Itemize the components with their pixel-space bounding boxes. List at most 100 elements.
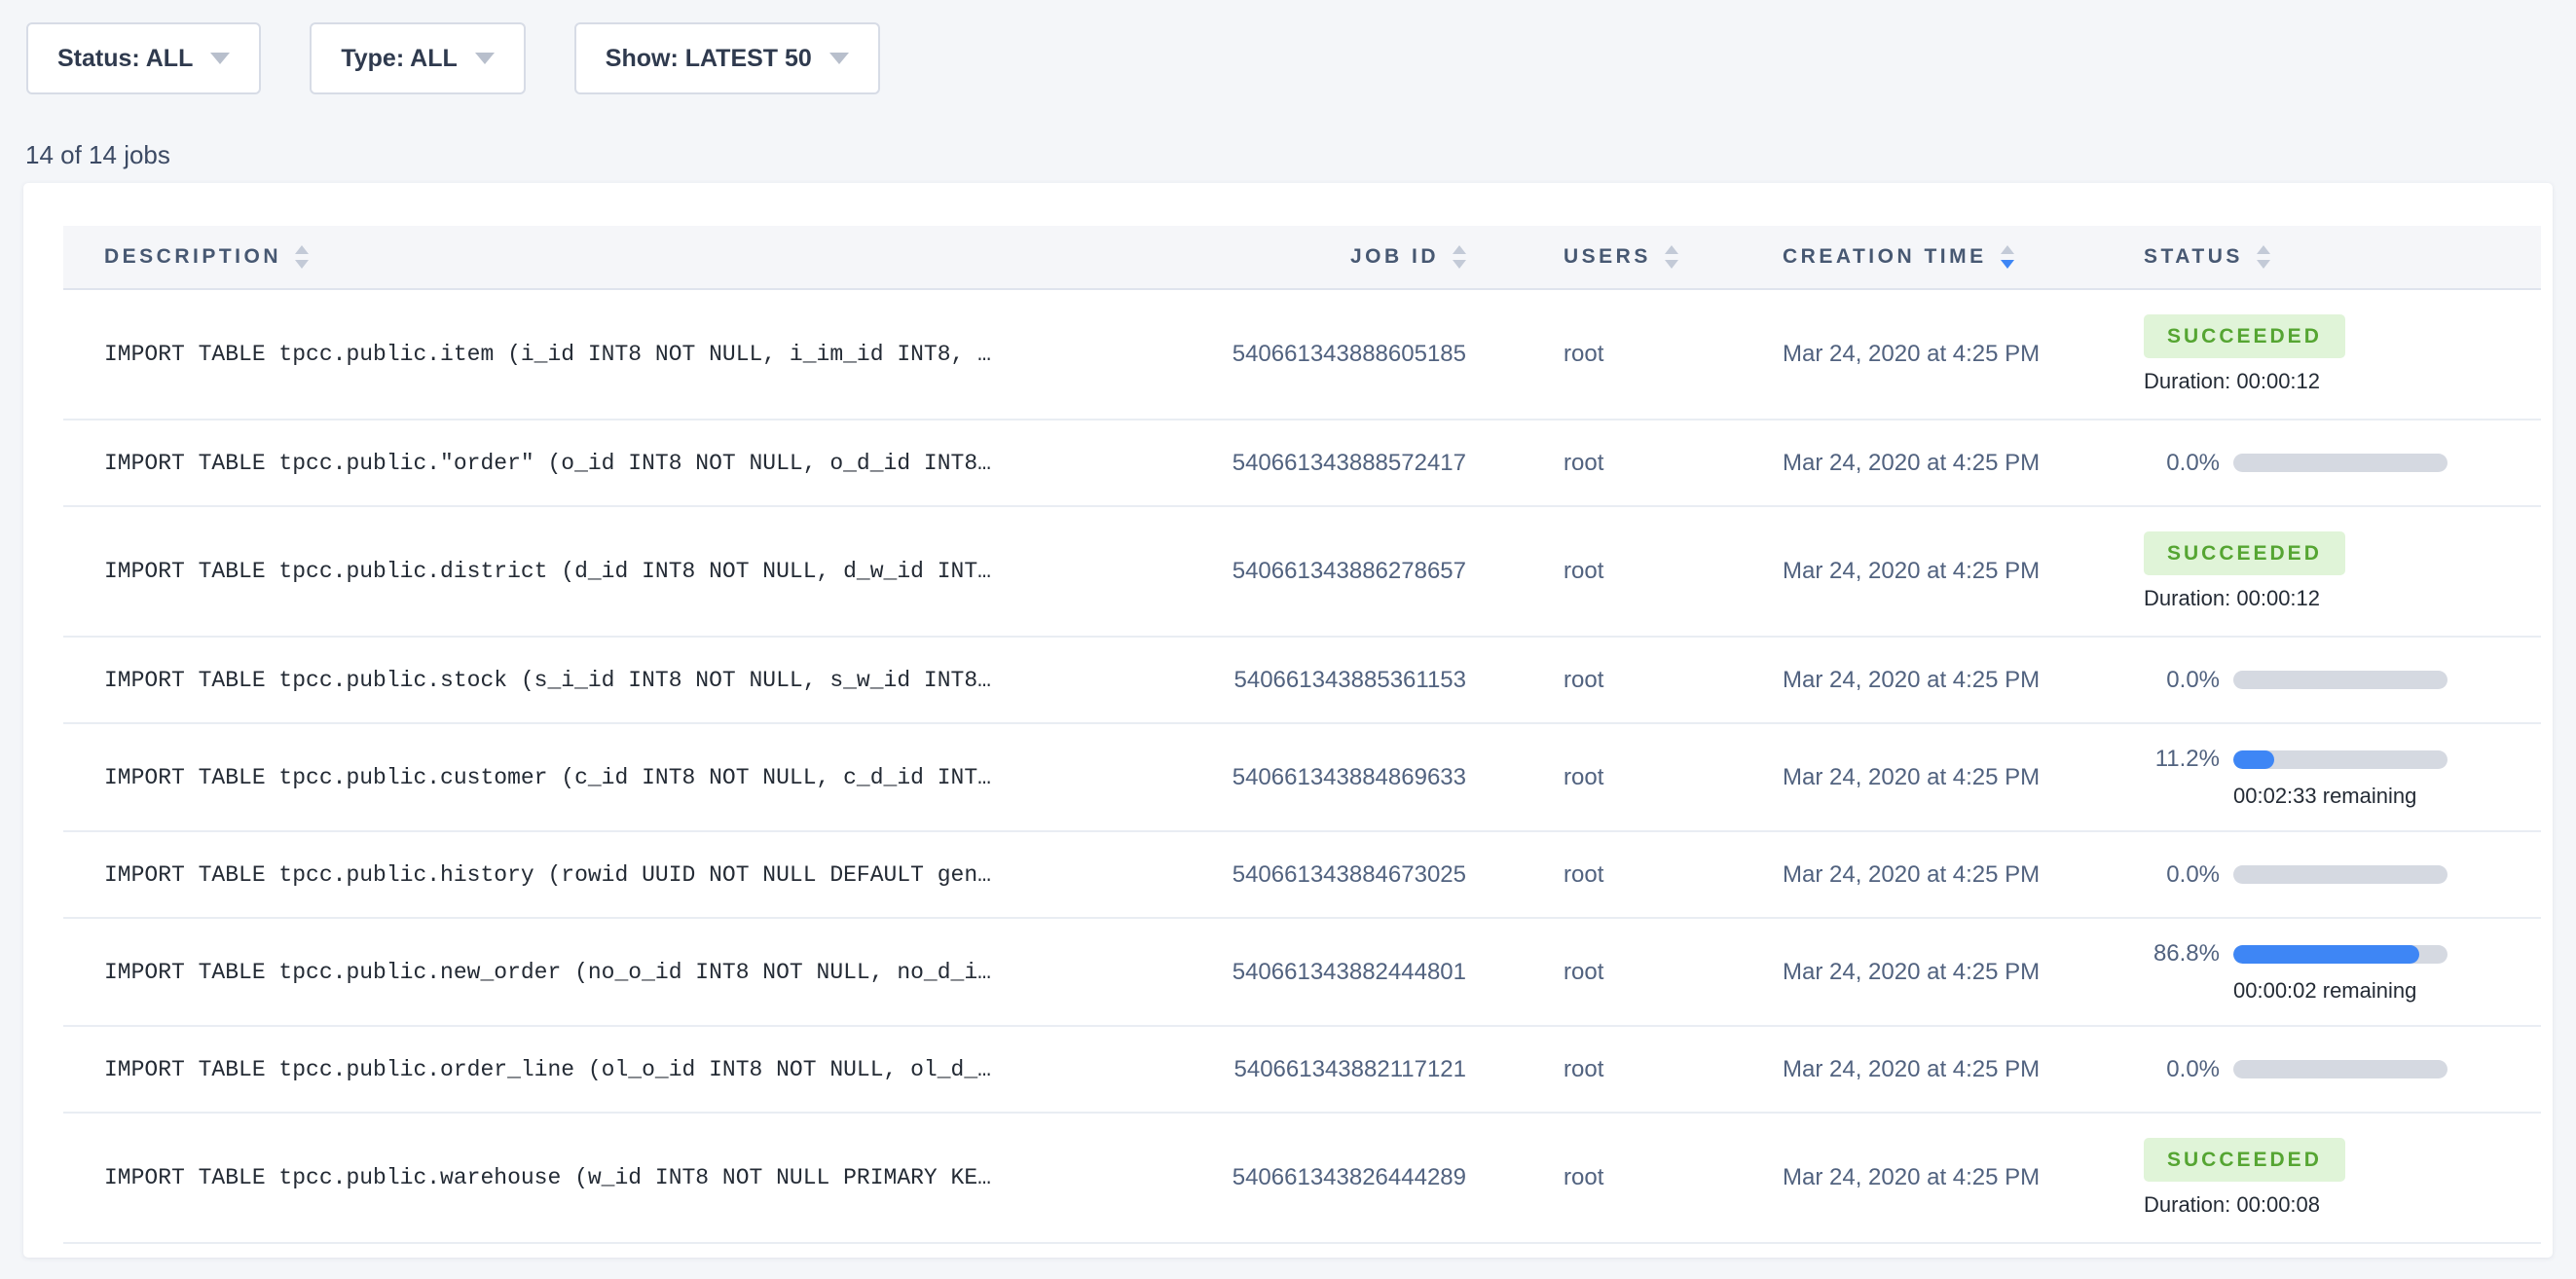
column-header-creation-time[interactable]: CREATION TIME [1699, 245, 2103, 269]
job-creation-time: Mar 24, 2020 at 4:25 PM [1699, 1164, 2103, 1191]
table-row: IMPORT TABLE tpcc.public.warehouse (w_id… [63, 1114, 2541, 1244]
filter-bar: Status: ALL Type: ALL Show: LATEST 50 [0, 0, 2576, 94]
duration-text: Duration: 00:00:12 [2144, 369, 2541, 394]
job-status-cell: SUCCEEDED Duration: 00:00:12 [2103, 314, 2541, 394]
job-creation-time: Mar 24, 2020 at 4:25 PM [1699, 764, 2103, 791]
show-filter-dropdown[interactable]: Show: LATEST 50 [574, 22, 880, 94]
column-header-label: DESCRIPTION [104, 245, 281, 269]
jobs-table-card: DESCRIPTION JOB ID USERS CREATION TIME STATU… [23, 183, 2553, 1258]
duration-text: Duration: 00:00:12 [2144, 586, 2541, 611]
job-description: IMPORT TABLE tpcc.public.district (d_id … [63, 559, 1212, 584]
sort-arrows-icon [1453, 245, 1466, 269]
progress-fill [2233, 945, 2419, 964]
sort-arrows-icon [2257, 245, 2270, 269]
table-row: IMPORT TABLE tpcc.public.item (i_id INT8… [63, 290, 2541, 420]
progress-percent: 11.2% [2144, 746, 2220, 773]
progress-fill [2233, 750, 2274, 769]
progress-percent: 0.0% [2144, 450, 2220, 477]
jobs-count: 14 of 14 jobs [25, 140, 2576, 170]
show-filter-label: Show: LATEST 50 [606, 45, 812, 73]
time-remaining: 00:00:02 remaining [2233, 978, 2541, 1004]
column-header-label: CREATION TIME [1783, 245, 1987, 269]
type-filter-dropdown[interactable]: Type: ALL [310, 22, 525, 94]
column-header-description[interactable]: DESCRIPTION [63, 245, 1212, 269]
column-header-label: USERS [1564, 245, 1651, 269]
table-row: IMPORT TABLE tpcc.public.stock (s_i_id I… [63, 638, 2541, 724]
job-user: root [1480, 667, 1699, 694]
progress-line: 0.0% [2144, 861, 2541, 889]
table-row: IMPORT TABLE tpcc.public."order" (o_id I… [63, 420, 2541, 507]
chevron-down-icon [210, 53, 230, 64]
column-header-job-id[interactable]: JOB ID [1212, 245, 1480, 269]
job-id: 540661343888605185 [1212, 341, 1480, 368]
table-row: IMPORT TABLE tpcc.public.new_order (no_o… [63, 919, 2541, 1027]
job-id: 540661343888572417 [1212, 450, 1480, 477]
sort-arrows-icon [295, 245, 309, 269]
sort-arrows-icon [2001, 245, 2014, 269]
duration-text: Duration: 00:00:08 [2144, 1192, 2541, 1218]
sort-asc-arrow-icon [1453, 245, 1466, 254]
column-header-label: JOB ID [1350, 245, 1439, 269]
chevron-down-icon [475, 53, 495, 64]
progress-bar [2233, 671, 2447, 689]
progress-bar [2233, 945, 2447, 964]
job-user: root [1480, 1164, 1699, 1191]
progress-percent: 0.0% [2144, 667, 2220, 694]
job-id: 540661343885361153 [1212, 667, 1480, 694]
sort-asc-arrow-icon [295, 245, 309, 254]
job-user: root [1480, 1056, 1699, 1083]
status-badge: SUCCEEDED [2144, 314, 2345, 358]
sort-desc-arrow-icon [295, 260, 309, 269]
job-description: IMPORT TABLE tpcc.public."order" (o_id I… [63, 451, 1212, 476]
progress-bar [2233, 865, 2447, 884]
job-description: IMPORT TABLE tpcc.public.warehouse (w_id… [63, 1165, 1212, 1190]
progress-line: 86.8% [2144, 940, 2541, 968]
job-status-cell: 0.0% [2103, 667, 2541, 694]
status-filter-label: Status: ALL [57, 45, 193, 73]
chevron-down-icon [829, 53, 849, 64]
progress-percent: 86.8% [2144, 940, 2220, 968]
type-filter-label: Type: ALL [341, 45, 457, 73]
table-row: IMPORT TABLE tpcc.public.history (rowid … [63, 832, 2541, 919]
column-header-users[interactable]: USERS [1480, 245, 1699, 269]
job-description: IMPORT TABLE tpcc.public.customer (c_id … [63, 765, 1212, 790]
job-user: root [1480, 341, 1699, 368]
table-body: IMPORT TABLE tpcc.public.item (i_id INT8… [63, 290, 2541, 1244]
job-description: IMPORT TABLE tpcc.public.stock (s_i_id I… [63, 668, 1212, 693]
sort-asc-arrow-icon [1665, 245, 1678, 254]
job-creation-time: Mar 24, 2020 at 4:25 PM [1699, 450, 2103, 477]
sort-arrows-icon [1665, 245, 1678, 269]
job-creation-time: Mar 24, 2020 at 4:25 PM [1699, 861, 2103, 889]
status-filter-dropdown[interactable]: Status: ALL [26, 22, 261, 94]
job-creation-time: Mar 24, 2020 at 4:25 PM [1699, 667, 2103, 694]
job-user: root [1480, 764, 1699, 791]
job-creation-time: Mar 24, 2020 at 4:25 PM [1699, 558, 2103, 585]
job-description: IMPORT TABLE tpcc.public.item (i_id INT8… [63, 342, 1212, 367]
job-status-cell: 11.2% 00:02:33 remaining [2103, 746, 2541, 809]
sort-asc-arrow-icon [2257, 245, 2270, 254]
job-user: root [1480, 959, 1699, 986]
job-status-cell: 0.0% [2103, 450, 2541, 477]
column-header-status[interactable]: STATUS [2103, 245, 2541, 269]
job-id: 540661343826444289 [1212, 1164, 1480, 1191]
sort-desc-arrow-icon [2001, 260, 2014, 269]
status-badge: SUCCEEDED [2144, 531, 2345, 575]
job-status-cell: SUCCEEDED Duration: 00:00:12 [2103, 531, 2541, 611]
job-status-cell: 0.0% [2103, 1056, 2541, 1083]
progress-bar [2233, 454, 2447, 472]
job-creation-time: Mar 24, 2020 at 4:25 PM [1699, 959, 2103, 986]
sort-desc-arrow-icon [2257, 260, 2270, 269]
progress-line: 0.0% [2144, 450, 2541, 477]
job-user: root [1480, 861, 1699, 889]
time-remaining: 00:02:33 remaining [2233, 784, 2541, 809]
job-user: root [1480, 558, 1699, 585]
column-header-label: STATUS [2144, 245, 2243, 269]
job-description: IMPORT TABLE tpcc.public.history (rowid … [63, 862, 1212, 888]
job-id: 540661343884673025 [1212, 861, 1480, 889]
jobs-page: Status: ALL Type: ALL Show: LATEST 50 14… [0, 0, 2576, 1279]
job-id: 540661343882444801 [1212, 959, 1480, 986]
progress-percent: 0.0% [2144, 861, 2220, 889]
job-status-cell: SUCCEEDED Duration: 00:00:08 [2103, 1138, 2541, 1218]
status-badge: SUCCEEDED [2144, 1138, 2345, 1182]
job-description: IMPORT TABLE tpcc.public.order_line (ol_… [63, 1057, 1212, 1082]
